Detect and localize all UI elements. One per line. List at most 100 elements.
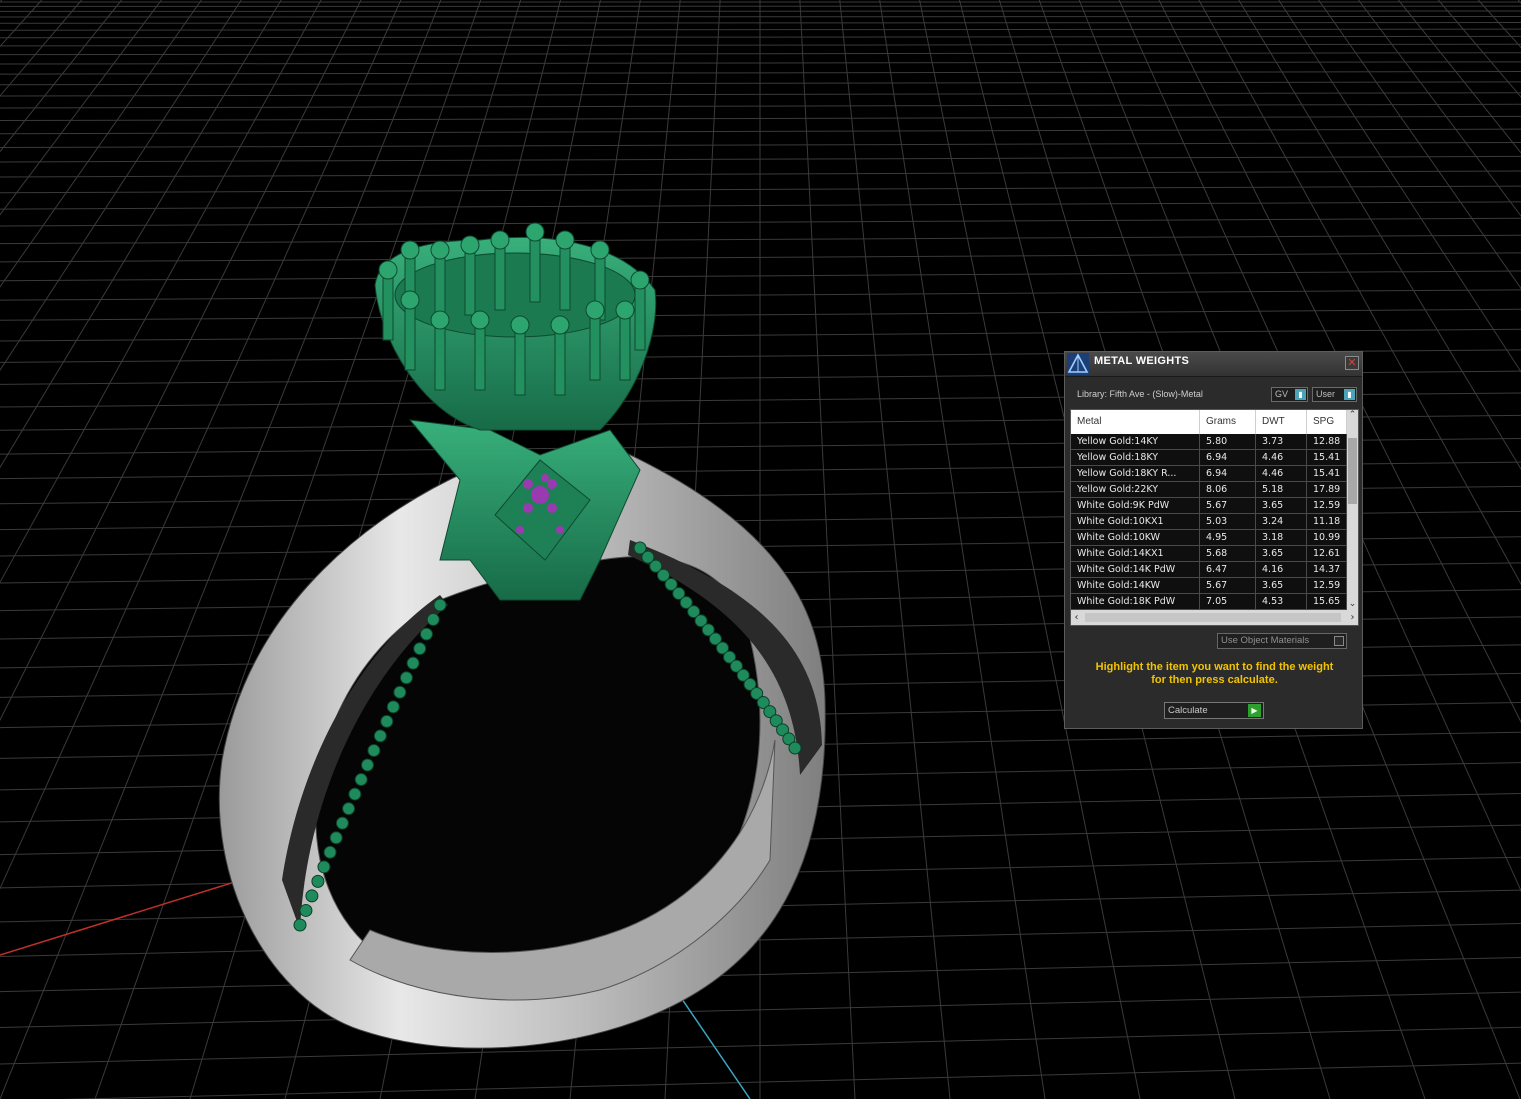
- prong: [494, 239, 506, 311]
- cell-dwt: 3.73: [1256, 434, 1307, 449]
- cell-dwt: 5.18: [1256, 482, 1307, 497]
- header-spg[interactable]: SPG: [1307, 410, 1347, 434]
- calculate-button[interactable]: Calculate ▶: [1164, 702, 1264, 719]
- table-row[interactable]: Yellow Gold:18KY 6.94 4.46 15.41: [1071, 450, 1347, 466]
- grid-line: [0, 15, 1521, 18]
- scroll-thumb[interactable]: [1085, 613, 1341, 622]
- pave-stone: [788, 741, 802, 755]
- header-grams[interactable]: Grams: [1200, 410, 1256, 434]
- prong: [514, 324, 526, 396]
- cell-metal: Yellow Gold:18KY R...: [1071, 466, 1200, 481]
- dropdown-arrow-icon[interactable]: ▮: [1344, 389, 1355, 400]
- scroll-right-icon[interactable]: ›: [1347, 610, 1358, 625]
- prong: [589, 309, 601, 381]
- table-row[interactable]: Yellow Gold:18KY R... 6.94 4.46 15.41: [1071, 466, 1347, 482]
- table-row[interactable]: White Gold:14KX1 5.68 3.65 12.61: [1071, 546, 1347, 562]
- cell-dwt: 3.24: [1256, 514, 1307, 529]
- cell-spg: 15.65: [1307, 594, 1347, 609]
- table-row[interactable]: White Gold:10KX1 5.03 3.24 11.18: [1071, 514, 1347, 530]
- grid-line: [1477, 0, 1521, 49]
- hint-line-2: for then press calculate.: [1151, 674, 1278, 686]
- pave-stone: [293, 918, 307, 932]
- close-icon[interactable]: ✕: [1345, 356, 1359, 370]
- table-row[interactable]: White Gold:10KW 4.95 3.18 10.99: [1071, 530, 1347, 546]
- gem-stone: [523, 479, 533, 489]
- table-row[interactable]: Yellow Gold:22KY 8.06 5.18 17.89: [1071, 482, 1347, 498]
- prong-tip: [400, 290, 420, 310]
- prong: [559, 239, 571, 311]
- use-object-materials-checkbox[interactable]: Use Object Materials: [1217, 633, 1347, 649]
- library-label: Library: Fifth Ave - (Slow)-Metal: [1077, 389, 1203, 399]
- grid-line: [1437, 0, 1521, 98]
- table-row[interactable]: Yellow Gold:14KY 5.80 3.73 12.88: [1071, 434, 1347, 450]
- user-dropdown[interactable]: User ▮: [1312, 387, 1357, 402]
- prong: [619, 309, 631, 381]
- ring-model[interactable]: [218, 222, 826, 1049]
- pave-stone: [380, 714, 394, 728]
- prong: [474, 319, 486, 391]
- pave-stone: [433, 598, 447, 612]
- dropdown-arrow-icon[interactable]: ▮: [1295, 389, 1306, 400]
- cell-spg: 12.59: [1307, 498, 1347, 513]
- grid-line: [0, 0, 43, 48]
- cell-spg: 12.88: [1307, 434, 1347, 449]
- table-row[interactable]: White Gold:14KW 5.67 3.65 12.59: [1071, 578, 1347, 594]
- cell-spg: 12.61: [1307, 546, 1347, 561]
- prong-tip: [400, 240, 420, 260]
- table-row[interactable]: White Gold:14K PdW 6.47 4.16 14.37: [1071, 562, 1347, 578]
- cell-grams: 5.03: [1200, 514, 1256, 529]
- app-logo-icon: [1067, 353, 1089, 375]
- pave-stone: [323, 845, 337, 859]
- scroll-thumb[interactable]: [1348, 438, 1357, 504]
- pave-stone: [311, 874, 325, 888]
- prong: [404, 299, 416, 371]
- scroll-left-icon[interactable]: ‹: [1071, 610, 1082, 625]
- table-row[interactable]: White Gold:9K PdW 5.67 3.65 12.59: [1071, 498, 1347, 514]
- cell-dwt: 3.18: [1256, 530, 1307, 545]
- prong-tip: [585, 300, 605, 320]
- gem-stone: [523, 503, 533, 513]
- prong-tip: [550, 315, 570, 335]
- cell-spg: 10.99: [1307, 530, 1347, 545]
- play-icon[interactable]: ▶: [1248, 704, 1261, 717]
- grid-line: [1358, 0, 1521, 217]
- cell-grams: 5.67: [1200, 498, 1256, 513]
- pave-stone: [373, 729, 387, 743]
- table-row[interactable]: White Gold:18K PdW 7.05 4.53 15.65: [1071, 594, 1347, 610]
- header-metal[interactable]: Metal: [1071, 410, 1200, 434]
- grid-line: [0, 28, 1521, 31]
- user-dropdown-value: User: [1316, 389, 1336, 399]
- checkbox-icon[interactable]: [1334, 636, 1344, 646]
- pave-stone: [342, 802, 356, 816]
- cell-grams: 4.95: [1200, 530, 1256, 545]
- scroll-down-icon[interactable]: ⌄: [1347, 599, 1358, 610]
- grid-line: [0, 0, 3, 3]
- prong: [434, 319, 446, 391]
- cell-metal: White Gold:14K PdW: [1071, 562, 1200, 577]
- pave-stone: [317, 860, 331, 874]
- cell-grams: 5.80: [1200, 434, 1256, 449]
- pave-stone: [348, 787, 362, 801]
- header-dwt[interactable]: DWT: [1256, 410, 1307, 434]
- hint-line-1: Highlight the item you want to find the …: [1095, 661, 1334, 673]
- scroll-up-icon[interactable]: ⌃: [1347, 410, 1358, 421]
- cell-metal: Yellow Gold:18KY: [1071, 450, 1200, 465]
- grid-line: [0, 0, 282, 469]
- pave-stone: [406, 656, 420, 670]
- cell-dwt: 4.16: [1256, 562, 1307, 577]
- vertical-scrollbar[interactable]: ⌃ ⌄: [1347, 410, 1358, 610]
- prong-tip: [460, 235, 480, 255]
- cell-spg: 15.41: [1307, 450, 1347, 465]
- grid-line: [0, 22, 1521, 24]
- metal-table[interactable]: Metal Grams DWT SPG Yellow Gold:14KY 5.80…: [1070, 409, 1359, 626]
- use-object-materials-label: Use Object Materials: [1221, 635, 1310, 646]
- horizontal-scrollbar[interactable]: ‹ ›: [1071, 610, 1358, 625]
- table-header: Metal Grams DWT SPG: [1071, 410, 1347, 434]
- hint-text: Highlight the item you want to find the …: [1075, 661, 1354, 687]
- cell-metal: White Gold:14KW: [1071, 578, 1200, 593]
- panel-titlebar[interactable]: METAL WEIGHTS ✕: [1065, 352, 1362, 377]
- cell-metal: White Gold:10KX1: [1071, 514, 1200, 529]
- grid-line: [0, 0, 202, 288]
- gv-dropdown[interactable]: GV ▮: [1271, 387, 1308, 402]
- table-body: Yellow Gold:14KY 5.80 3.73 12.88 Yellow Gold…: [1071, 434, 1347, 610]
